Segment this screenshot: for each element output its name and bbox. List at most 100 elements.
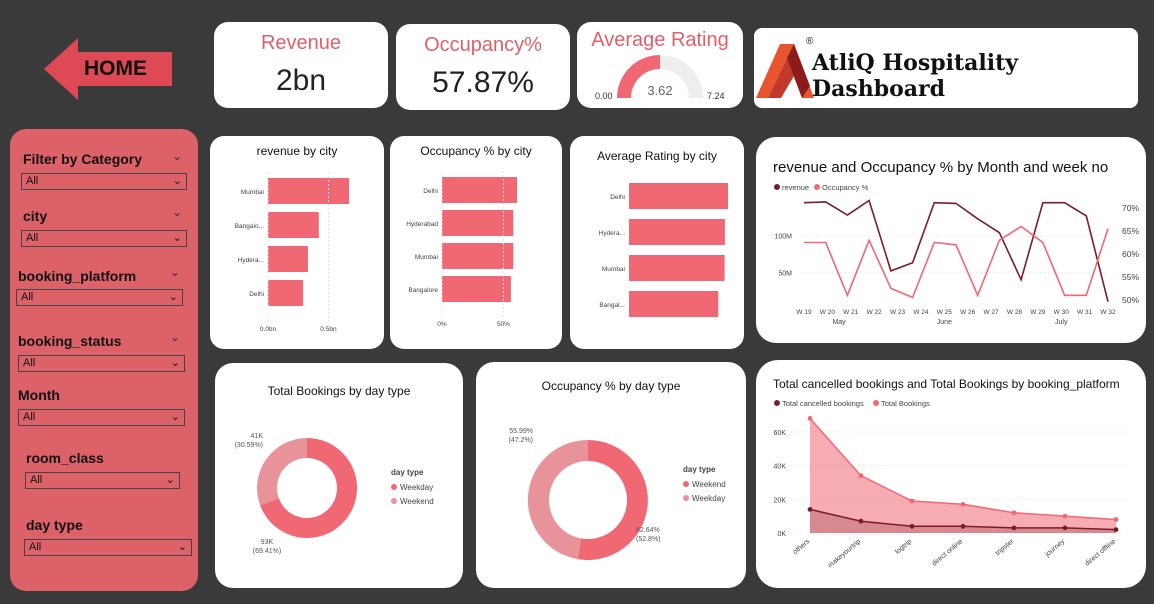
filter-city-select[interactable]: All ⌄: [21, 230, 187, 247]
home-label: HOME: [84, 57, 147, 80]
rating-by-city-chart: Delhi Hydera... Mumbai Bangal...: [599, 183, 728, 317]
x-tick-label: journey: [1043, 538, 1066, 559]
rating-max: 7.24: [707, 91, 725, 101]
data-label: (47.2%): [508, 437, 533, 444]
revenue-label: Revenue: [260, 32, 342, 54]
legend-marker: [683, 481, 689, 487]
filter-month-value: All: [23, 411, 36, 423]
chevron-down-icon[interactable]: ⌄: [172, 205, 182, 219]
chevron-down-icon: ⌄: [172, 175, 182, 187]
legend-marker: [391, 498, 397, 504]
filter-platform-value: All: [21, 291, 34, 303]
filter-category-select[interactable]: All ⌄: [21, 173, 187, 190]
data-point: [1011, 510, 1017, 516]
filter-category-value: All: [26, 175, 39, 187]
home-button[interactable]: HOME: [44, 38, 176, 100]
chevron-down-icon: ⌄: [165, 474, 175, 486]
rating-card: Average Rating 3.62 0.00 7.24: [577, 22, 743, 108]
y2-tick-label: 65%: [1122, 226, 1139, 236]
y2-tick-label: 55%: [1122, 272, 1139, 282]
y2-tick-label: 70%: [1122, 203, 1139, 213]
data-point: [1062, 513, 1068, 519]
legend-label: Weekend: [400, 497, 434, 506]
data-label: 41K: [251, 433, 264, 440]
data-point: [1011, 525, 1017, 531]
x-tick-label: W 19: [796, 309, 812, 316]
x-tick-label: W 22: [867, 309, 883, 316]
data-label: 62.64%: [636, 527, 660, 534]
bar: [629, 219, 725, 245]
cancelled-platform-card: Total cancelled bookings and Total Booki…: [756, 360, 1146, 588]
occupancy-daytype-chart: 62.64% (52.8%) 55.99% (47.2%) day type Weeken…: [508, 428, 726, 560]
y-tick-label: 40K: [774, 464, 787, 471]
occupancy-daytype-card: Occupancy % by day type 62.64% (52.8%) 55.…: [476, 362, 746, 588]
brand-reg: ®: [806, 36, 814, 47]
y-tick-label: 0K: [777, 531, 786, 538]
rating-min: 0.00: [595, 91, 613, 101]
filter-month-select[interactable]: All ⌄: [18, 409, 185, 426]
chevron-down-icon: ⌄: [177, 541, 187, 553]
category-label: Delhi: [423, 188, 438, 195]
occupancy-by-city-chart: Delhi Hyderabad Mumbai Bangalore 0% 50%: [406, 171, 517, 328]
filter-daytype-label: day type: [26, 517, 83, 533]
x-tick-label: logtrip: [894, 538, 913, 556]
revenue-by-city-chart: Mumbai Bangalo... Hydera... Delhi 0.0bn 0.5bn: [235, 172, 349, 333]
y-tick-label: 50M: [778, 270, 792, 277]
legend-title: day type: [683, 465, 716, 474]
filter-roomclass-label: room_class: [26, 450, 104, 466]
legend-title: day type: [391, 468, 424, 477]
filter-month-label: Month: [18, 387, 60, 403]
filter-city-value: All: [26, 232, 39, 244]
category-label: Hyderabad: [406, 221, 438, 228]
cancelled-platform-chart: Total cancelled bookings Total Bookings 0K…: [774, 399, 1128, 570]
x-tick-label: W 32: [1100, 309, 1116, 316]
tick-label: 0.5bn: [320, 326, 337, 333]
data-point: [1113, 527, 1119, 532]
data-point: [858, 473, 864, 479]
data-label: 55.99%: [509, 428, 533, 435]
filter-platform-label: booking_platform: [18, 268, 137, 284]
category-label: Hydera...: [599, 230, 626, 237]
x-tick-label: W 29: [1030, 309, 1046, 316]
bookings-daytype-chart: 93K (69.41%) 41K (30.59%) day type Weekday Wee…: [235, 433, 434, 555]
x-tick-label: W 27: [983, 309, 999, 316]
y-tick-label: 60K: [774, 430, 787, 437]
revenue-value: 2bn: [275, 64, 327, 97]
x-tick-label: W 26: [960, 309, 976, 316]
legend-label: Occupancy %: [822, 183, 869, 192]
series-line: [803, 199, 1109, 302]
chevron-down-icon[interactable]: ⌄: [172, 149, 182, 163]
category-label: Delhi: [249, 291, 264, 298]
data-point: [960, 523, 966, 529]
data-point: [960, 501, 966, 507]
rating-by-city-card: Average Rating by city Delhi Hydera... Mum…: [570, 136, 744, 349]
x-tick-label: W 28: [1007, 309, 1023, 316]
bar: [629, 183, 728, 209]
chevron-down-icon[interactable]: ⌄: [170, 265, 180, 279]
rating-value: 3.62: [647, 83, 672, 98]
filter-status-select[interactable]: All ⌄: [18, 355, 185, 372]
legend-marker: [774, 184, 780, 190]
chevron-down-icon: ⌄: [170, 411, 180, 423]
data-point: [909, 498, 915, 504]
month-label: June: [937, 319, 952, 326]
occupancy-label: Occupancy%: [424, 34, 542, 56]
data-point: [807, 507, 813, 512]
x-tick-label: direct online: [931, 538, 964, 568]
chevron-down-icon[interactable]: ⌄: [170, 330, 180, 344]
occupancy-value: 57.87%: [432, 66, 534, 99]
category-label: Bangalo...: [235, 223, 264, 230]
tick-label: 0%: [437, 321, 447, 328]
revenue-by-city-card: revenue by city Mumbai Bangalo... Hydera..…: [210, 136, 384, 349]
legend-marker: [391, 484, 397, 490]
y2-tick-label: 60%: [1122, 249, 1139, 259]
bar: [629, 255, 725, 281]
filter-roomclass-select[interactable]: All ⌄: [25, 472, 180, 489]
filter-platform-select[interactable]: All ⌄: [16, 289, 183, 306]
legend-marker: [814, 184, 820, 190]
filter-daytype-select[interactable]: All ⌄: [24, 539, 192, 556]
month-label: May: [832, 319, 846, 326]
chevron-down-icon: ⌄: [172, 232, 182, 244]
data-label: 93K: [261, 539, 274, 546]
y-tick-label: 100M: [774, 234, 792, 241]
